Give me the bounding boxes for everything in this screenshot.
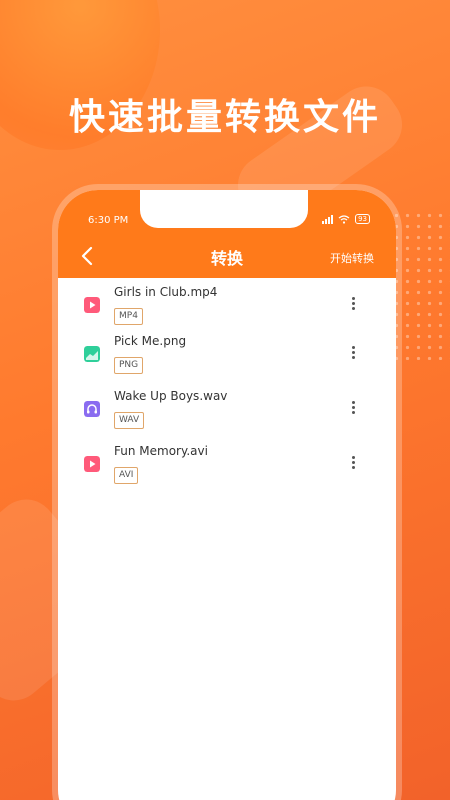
image-file-icon <box>84 346 100 362</box>
start-convert-button[interactable]: 开始转换 <box>330 250 374 266</box>
file-list-item[interactable]: Girls in Club.mp4 MP4 <box>58 285 396 336</box>
file-list-item[interactable]: Pick Me.png PNG <box>58 334 396 385</box>
file-name: Girls in Club.mp4 <box>114 285 218 299</box>
promo-headline: 快速批量转换文件 <box>68 97 381 138</box>
format-badge: AVI <box>114 467 139 484</box>
status-time: 6:30 PM <box>88 215 129 226</box>
promo-canvas: 快速批量转换文件 6:30 PM 93 转换 开始转换 Girls in Clu… <box>0 0 450 800</box>
phone-notch <box>140 190 308 228</box>
battery-icon: 93 <box>355 214 370 224</box>
more-options-icon[interactable] <box>352 401 356 417</box>
wifi-icon <box>338 214 350 224</box>
more-options-icon[interactable] <box>352 297 356 313</box>
app-bar: 6:30 PM 93 转换 开始转换 <box>58 190 396 278</box>
file-name: Wake Up Boys.wav <box>114 389 228 403</box>
more-options-icon[interactable] <box>352 456 356 472</box>
status-icons: 93 <box>322 214 370 224</box>
signal-icon <box>322 214 334 224</box>
phone-frame: 6:30 PM 93 转换 开始转换 Girls in Club.mp4 MP4… <box>58 190 396 800</box>
video-file-icon <box>84 297 100 313</box>
more-options-icon[interactable] <box>352 346 356 362</box>
file-list-item[interactable]: Fun Memory.avi AVI <box>58 444 396 495</box>
format-badge: MP4 <box>114 308 143 325</box>
file-name: Pick Me.png <box>114 334 187 348</box>
format-badge: WAV <box>114 412 145 429</box>
audio-file-icon <box>84 401 100 417</box>
format-badge: PNG <box>114 357 144 374</box>
file-list-item[interactable]: Wake Up Boys.wav WAV <box>58 389 396 440</box>
file-name: Fun Memory.avi <box>114 444 208 458</box>
video-file-icon <box>84 456 100 472</box>
